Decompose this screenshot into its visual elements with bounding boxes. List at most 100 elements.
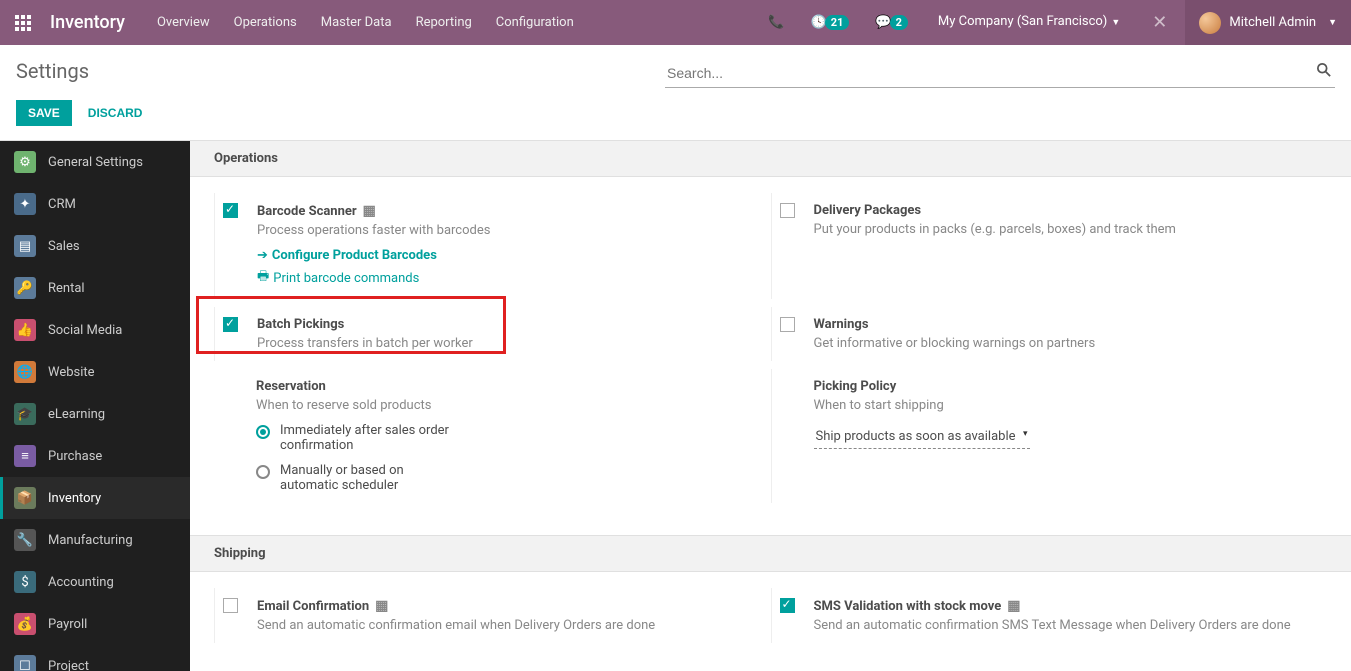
- main-menu: Overview Operations Master Data Reportin…: [145, 0, 586, 45]
- subhead: Settings: [0, 45, 1351, 88]
- page-title: Settings: [16, 59, 89, 83]
- sidebar-label: Payroll: [48, 617, 87, 632]
- sidebar-label: General Settings: [48, 155, 143, 170]
- search-wrap: [665, 59, 1335, 88]
- sidebar-item-payroll[interactable]: 💰 Payroll: [0, 603, 190, 645]
- section-operations: Operations: [190, 141, 1351, 177]
- warnings-checkbox[interactable]: [780, 317, 795, 332]
- setting-warnings: Warnings Get informative or blocking war…: [771, 307, 1328, 361]
- setting-delivery: Delivery Packages Put your products in p…: [771, 193, 1328, 299]
- sidebar-item-elearning[interactable]: 🎓 eLearning: [0, 393, 190, 435]
- sidebar-item-manufacturing[interactable]: 🔧Manufacturing: [0, 519, 190, 561]
- sidebar-item-social-media[interactable]: 👍Social Media: [0, 309, 190, 351]
- app-title[interactable]: Inventory: [45, 12, 145, 33]
- close-icon[interactable]: ✕: [1140, 12, 1179, 33]
- sidebar-item-rental[interactable]: 🔑 Rental: [0, 267, 190, 309]
- doc-icon[interactable]: ▦: [1007, 598, 1020, 614]
- user-name: Mitchell Admin: [1229, 15, 1316, 30]
- doc-icon[interactable]: ▦: [363, 203, 376, 219]
- sidebar-icon: 📦: [14, 487, 36, 509]
- menu-configuration[interactable]: Configuration: [484, 0, 586, 45]
- sidebar-label: eLearning: [48, 407, 105, 422]
- setting-batch: Batch Pickings Process transfers in batc…: [214, 307, 771, 361]
- user-menu[interactable]: Mitchell Admin ▼: [1185, 0, 1351, 45]
- discard-button[interactable]: DISCARD: [84, 100, 147, 126]
- sidebar-item-inventory[interactable]: 📦 Inventory: [0, 477, 190, 519]
- sms-checkbox[interactable]: [780, 598, 795, 613]
- barcode-checkbox[interactable]: [223, 203, 238, 218]
- sms-title: SMS Validation with stock move: [814, 599, 1002, 614]
- setting-barcode: Barcode Scanner ▦ Process operations fas…: [214, 193, 771, 299]
- chat-badge: 2: [890, 15, 908, 30]
- picking-title: Picking Policy: [814, 379, 897, 394]
- sidebar-icon: ▤: [14, 235, 36, 257]
- menu-reporting[interactable]: Reporting: [404, 0, 484, 45]
- email-title: Email Confirmation: [257, 599, 369, 614]
- sidebar-item-crm[interactable]: ✦CRM: [0, 183, 190, 225]
- setting-reservation: Reservation When to reserve sold product…: [214, 369, 771, 503]
- arrow-right-icon: ➔: [257, 248, 268, 263]
- doc-icon[interactable]: ▦: [375, 598, 388, 614]
- activity-badge: 21: [825, 15, 850, 30]
- sidebar-item-project[interactable]: ☐Project: [0, 645, 190, 671]
- batch-checkbox[interactable]: [223, 317, 238, 332]
- print-barcode-link[interactable]: 🖶 Print barcode commands: [257, 267, 419, 289]
- sidebar-item-purchase[interactable]: ≡ Purchase: [0, 435, 190, 477]
- sidebar-label: Sales: [48, 239, 80, 254]
- batch-title: Batch Pickings: [257, 317, 344, 332]
- delivery-title: Delivery Packages: [814, 203, 922, 218]
- sidebar-icon: 🎓: [14, 403, 36, 425]
- sidebar-item-accounting[interactable]: $Accounting: [0, 561, 190, 603]
- search-icon[interactable]: [1317, 63, 1331, 81]
- email-checkbox[interactable]: [223, 598, 238, 613]
- print-icon: 🖶: [257, 267, 269, 289]
- setting-email-confirm: Email Confirmation ▦ Send an automatic c…: [214, 588, 771, 643]
- chat-icon[interactable]: 💬2: [865, 0, 918, 45]
- barcode-title: Barcode Scanner: [257, 204, 357, 219]
- save-button[interactable]: SAVE: [16, 100, 72, 126]
- sms-desc: Send an automatic confirmation SMS Text …: [814, 618, 1320, 633]
- phone-icon[interactable]: 📞: [758, 0, 794, 45]
- reservation-radio-manual[interactable]: [256, 465, 270, 479]
- barcode-desc: Process operations faster with barcodes: [257, 223, 763, 238]
- sidebar-label: CRM: [48, 197, 76, 212]
- reservation-opt2: Manually or based on automatic scheduler: [280, 463, 460, 493]
- top-nav: Inventory Overview Operations Master Dat…: [0, 0, 1351, 45]
- picking-desc: When to start shipping: [814, 398, 1320, 413]
- reservation-title: Reservation: [256, 379, 326, 394]
- email-desc: Send an automatic confirmation email whe…: [257, 618, 763, 633]
- reservation-desc: When to reserve sold products: [256, 398, 763, 413]
- reservation-opt1: Immediately after sales order confirmati…: [280, 423, 460, 453]
- sidebar-item-general-settings[interactable]: ⚙ General Settings: [0, 141, 190, 183]
- menu-master-data[interactable]: Master Data: [309, 0, 404, 45]
- search-input[interactable]: [665, 59, 1335, 88]
- sidebar-icon: 🔑: [14, 277, 36, 299]
- batch-desc: Process transfers in batch per worker: [257, 336, 763, 351]
- sidebar-icon: ≡: [14, 445, 36, 467]
- sidebar-label: Accounting: [48, 575, 114, 590]
- menu-overview[interactable]: Overview: [145, 0, 222, 45]
- avatar: [1199, 12, 1221, 34]
- sidebar-label: Purchase: [48, 449, 102, 464]
- sidebar-label: Website: [48, 365, 95, 380]
- sidebar-label: Inventory: [48, 491, 101, 506]
- activity-icon[interactable]: 🕓21: [801, 0, 860, 45]
- apps-icon[interactable]: [0, 0, 45, 45]
- warnings-title: Warnings: [814, 317, 869, 332]
- sidebar-item-website[interactable]: 🌐 Website: [0, 351, 190, 393]
- sidebar-icon: 🌐: [14, 361, 36, 383]
- configure-barcodes-link[interactable]: ➔ Configure Product Barcodes: [257, 248, 437, 263]
- picking-select[interactable]: Ship products as soon as available: [814, 425, 1030, 449]
- sidebar-label: Project: [48, 659, 89, 671]
- reservation-radio-immediate[interactable]: [256, 425, 270, 439]
- sidebar-icon: ⚙: [14, 151, 36, 173]
- sidebar-icon: 💰: [14, 613, 36, 635]
- delivery-checkbox[interactable]: [780, 203, 795, 218]
- action-row: SAVE DISCARD: [0, 88, 1351, 140]
- company-selector[interactable]: My Company (San Francisco)▼: [924, 0, 1134, 46]
- menu-operations[interactable]: Operations: [222, 0, 309, 45]
- sidebar-label: Social Media: [48, 323, 122, 338]
- sidebar-item-sales[interactable]: ▤ Sales: [0, 225, 190, 267]
- sidebar-label: Rental: [48, 281, 85, 296]
- body: ⚙ General Settings ✦CRM ▤ Sales 🔑 Rental 👍Socia…: [0, 140, 1351, 671]
